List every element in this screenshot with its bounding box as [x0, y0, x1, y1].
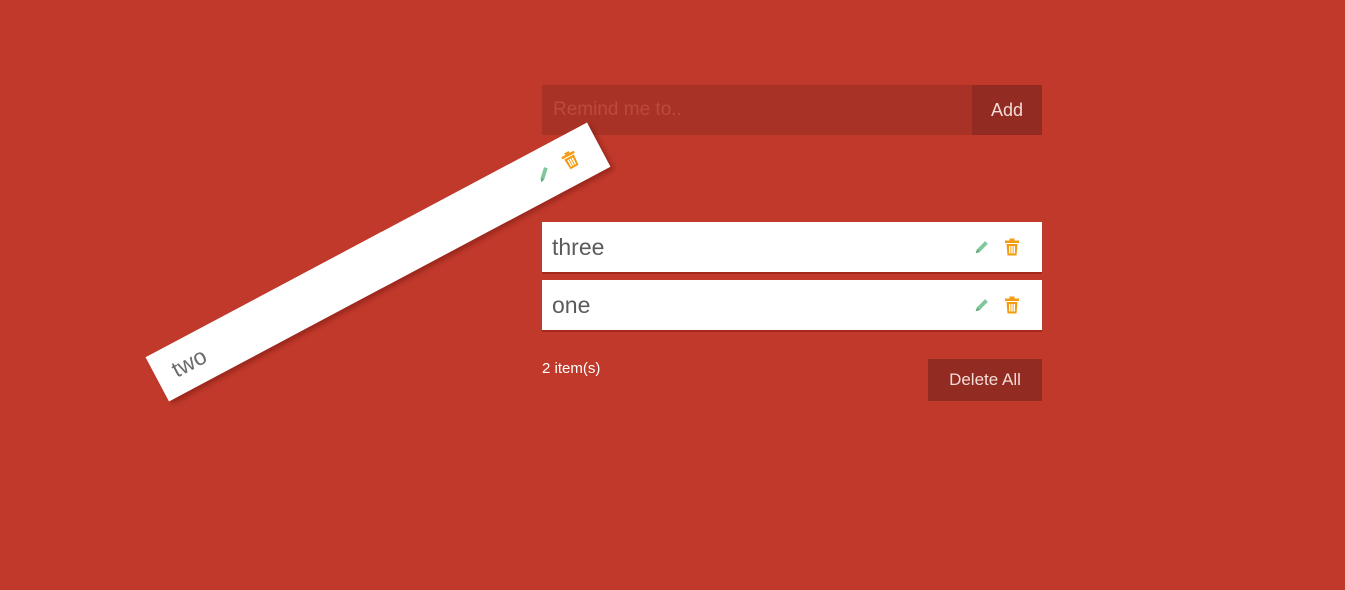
item-count: 2 item(s)	[542, 360, 601, 377]
pencil-icon[interactable]	[972, 295, 992, 315]
trash-icon[interactable]	[1002, 237, 1022, 257]
list-item[interactable]: one	[542, 280, 1042, 330]
add-button[interactable]: Add	[972, 85, 1042, 135]
trash-icon[interactable]	[557, 146, 584, 173]
item-text: three	[552, 233, 605, 260]
add-bar: Add	[542, 85, 1042, 135]
dragged-list-item[interactable]: two	[145, 122, 611, 402]
todo-list: three one	[542, 222, 1042, 338]
trash-icon[interactable]	[1002, 295, 1022, 315]
item-actions	[530, 136, 603, 187]
todo-app: Add three	[0, 0, 1345, 590]
item-text: one	[552, 291, 591, 318]
delete-all-button[interactable]: Delete All	[928, 359, 1042, 401]
pencil-icon[interactable]	[972, 237, 992, 257]
remind-input[interactable]	[542, 85, 972, 135]
item-actions	[972, 295, 1042, 315]
item-text: two	[166, 342, 211, 382]
item-actions	[972, 237, 1042, 257]
list-item[interactable]: three	[542, 222, 1042, 272]
